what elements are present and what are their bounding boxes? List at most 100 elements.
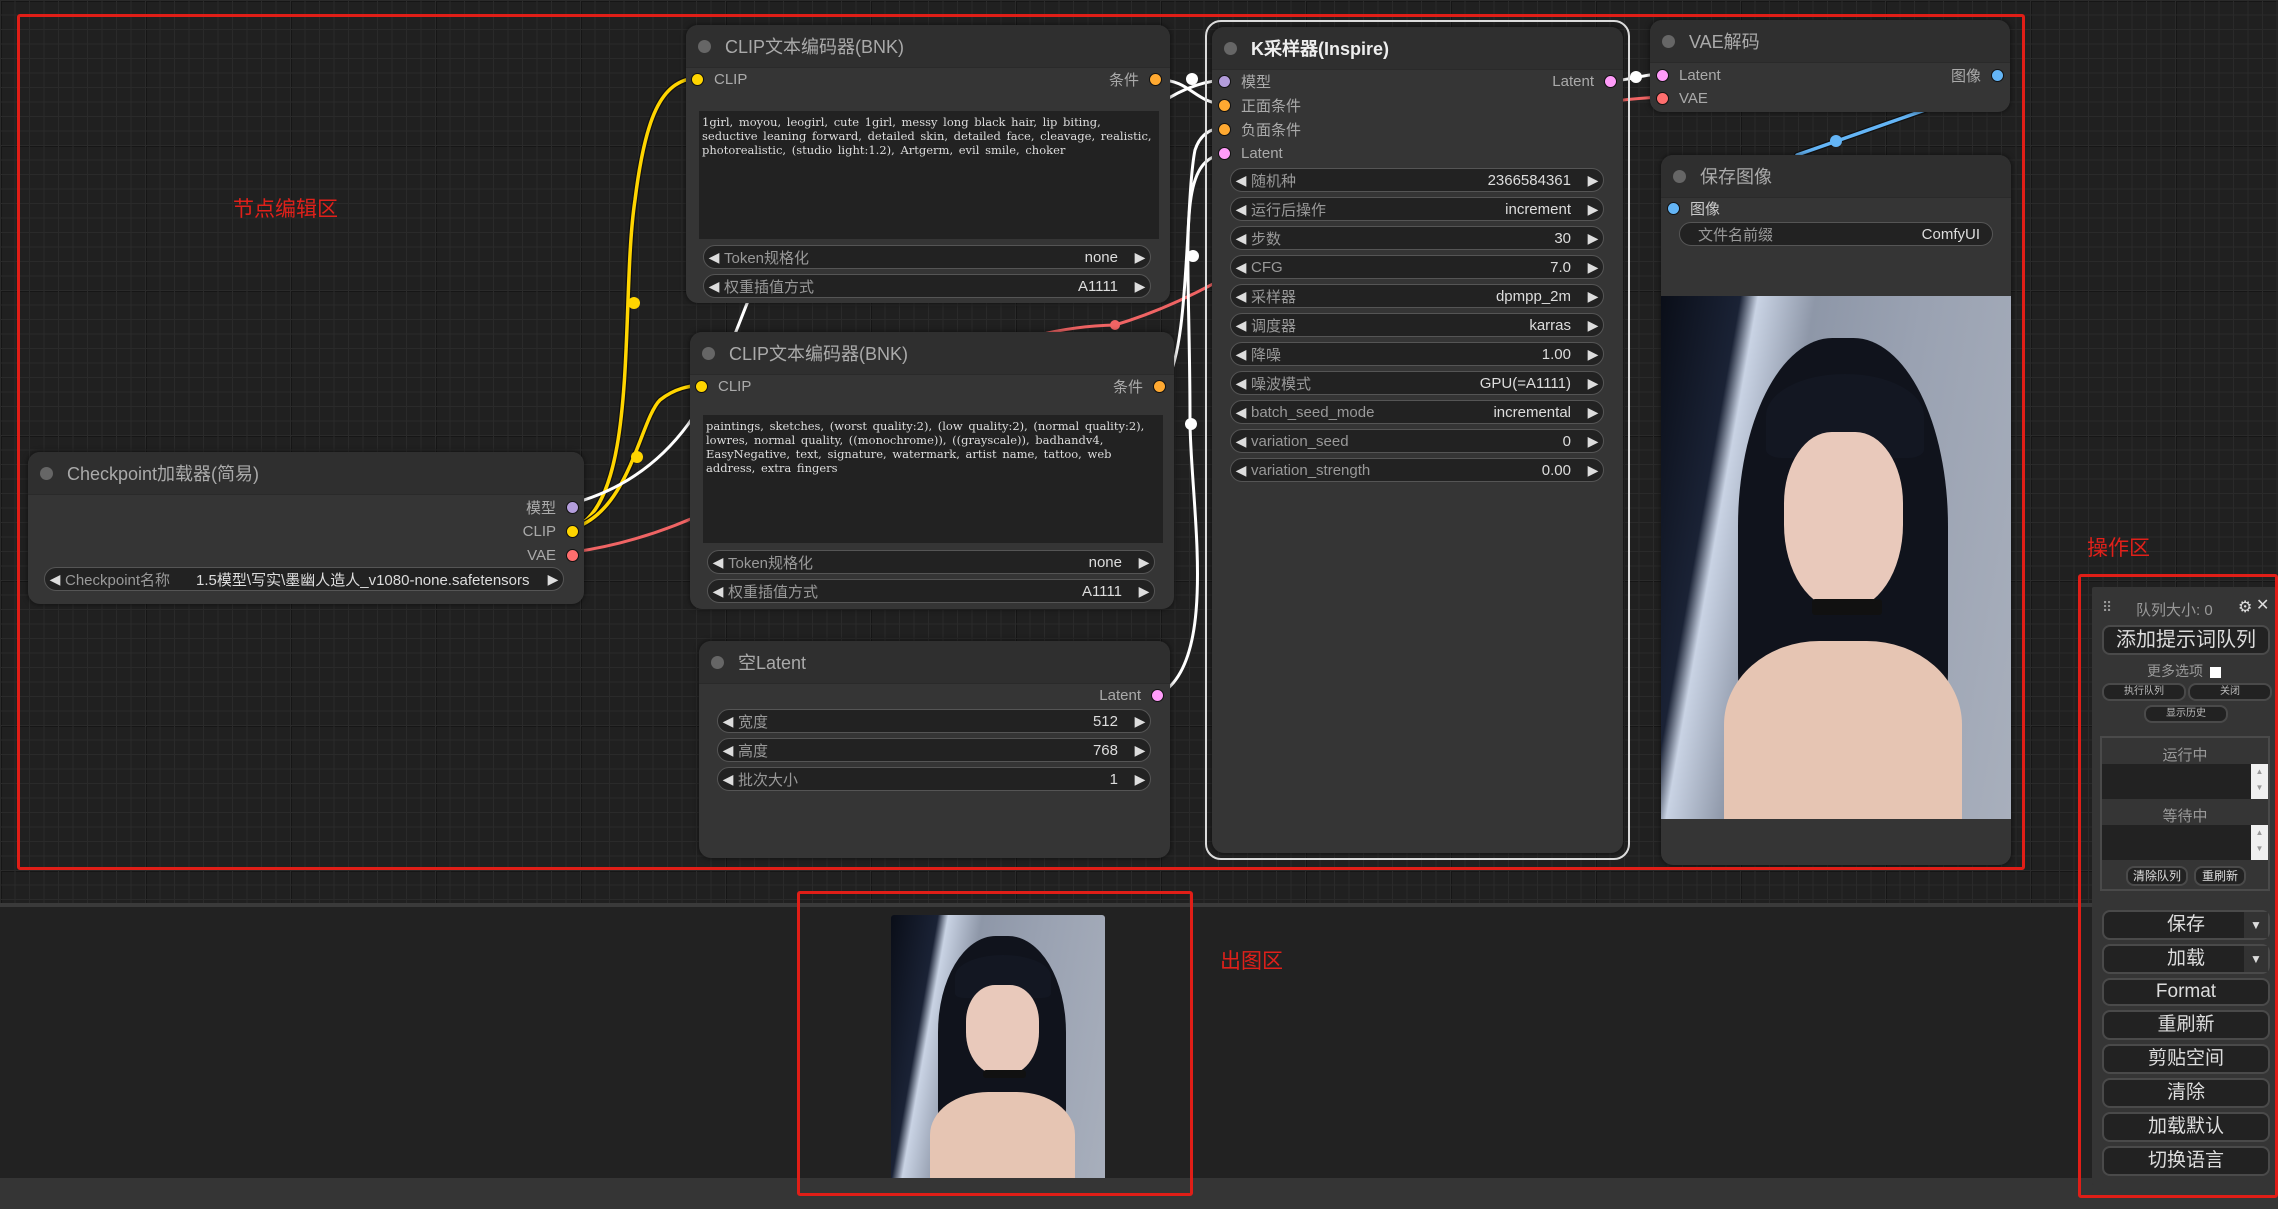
queue-front-button[interactable]: 执行队列 [2102,683,2186,701]
refresh-queue-button[interactable]: 重刷新 [2194,866,2246,886]
noise-mode-widget[interactable]: ◀ 噪波模式 GPU(=A1111) ▶ [1230,371,1604,395]
node-collapse-dot[interactable] [711,655,724,669]
sampler-name-widget[interactable]: ◀ 采样器 dpmpp_2m ▶ [1230,284,1604,308]
image-pin-icon[interactable] [1991,68,2004,82]
decrement-arrow-icon[interactable]: ◀ [718,713,738,730]
scheduler-widget[interactable]: ◀ 调度器 karras ▶ [1230,313,1604,337]
decrement-arrow-icon[interactable]: ◀ [1231,346,1251,363]
clip-input-slot[interactable]: CLIP [695,375,751,397]
cfg-widget[interactable]: ◀ CFG 7.0 ▶ [1230,255,1604,279]
conditioning-output-slot[interactable]: 条件 [1109,68,1162,90]
increment-arrow-icon[interactable]: ▶ [543,571,563,588]
node-collapse-dot[interactable] [40,466,53,480]
saved-image-preview[interactable] [1661,296,2011,819]
latent-pin-icon[interactable] [1218,146,1231,160]
clear-queue-button[interactable]: 清除队列 [2126,866,2188,886]
increment-arrow-icon[interactable]: ▶ [1134,583,1154,600]
decrement-arrow-icon[interactable]: ◀ [1231,317,1251,334]
batch-size-widget[interactable]: ◀ 批次大小 1 ▶ [717,767,1151,791]
queue-prompt-button[interactable]: 添加提示词队列 [2102,625,2270,655]
latent-pin-icon[interactable] [1604,74,1617,88]
format-button[interactable]: Format [2102,978,2270,1006]
vae-input-slot[interactable]: VAE [1656,87,1708,109]
increment-arrow-icon[interactable]: ▶ [1583,462,1603,479]
token-normalization-widget[interactable]: ◀ Token规格化 none ▶ [703,245,1151,269]
conditioning-pin-icon[interactable] [1149,72,1162,86]
denoise-widget[interactable]: ◀ 降噪 1.00 ▶ [1230,342,1604,366]
refresh-button[interactable]: 重刷新 [2102,1010,2270,1040]
negative-input-slot[interactable]: 负面条件 [1218,118,1301,140]
decrement-arrow-icon[interactable]: ◀ [1231,259,1251,276]
weight-interpretation-widget[interactable]: ◀ 权重插值方式 A1111 ▶ [703,274,1151,298]
node-collapse-dot[interactable] [1224,41,1237,55]
decrement-arrow-icon[interactable]: ◀ [1231,375,1251,392]
increment-arrow-icon[interactable]: ▶ [1134,554,1154,571]
conditioning-pin-icon[interactable] [1218,98,1231,112]
running-list[interactable]: ▲ ▼ [2102,764,2268,799]
extra-options-checkbox[interactable] [2209,666,2221,678]
load-workflow-button[interactable]: 加载 ▼ [2102,944,2270,974]
negative-prompt-textarea[interactable]: paintings, sketches, (worst quality:2), … [703,415,1163,543]
clip-text-encoder-negative-node[interactable]: CLIP文本编码器(BNK) CLIP 条件 paintings, sketch… [690,332,1174,609]
clip-input-slot[interactable]: CLIP [691,68,747,90]
increment-arrow-icon[interactable]: ▶ [1583,317,1603,334]
node-collapse-dot[interactable] [1673,169,1686,183]
latent-pin-icon[interactable] [1656,68,1669,82]
latent-output-slot[interactable]: Latent [1552,70,1617,92]
model-output-slot[interactable]: 模型 [526,496,579,518]
increment-arrow-icon[interactable]: ▶ [1130,742,1150,759]
conditioning-pin-icon[interactable] [1153,379,1166,393]
save-workflow-button[interactable]: 保存 ▼ [2102,910,2270,940]
weight-interpretation-widget[interactable]: ◀ 权重插值方式 A1111 ▶ [707,579,1155,603]
model-pin-icon[interactable] [566,500,579,514]
clip-output-slot[interactable]: CLIP [523,520,579,542]
conditioning-pin-icon[interactable] [1218,122,1231,136]
node-collapse-dot[interactable] [698,39,711,53]
ksampler-inspire-node[interactable]: K采样器(Inspire) 模型 正面条件 负面条件 Latent Latent… [1212,27,1623,853]
clip-pin-icon[interactable] [695,379,708,393]
increment-arrow-icon[interactable]: ▶ [1130,249,1150,266]
node-collapse-dot[interactable] [1662,34,1675,48]
variation-seed-widget[interactable]: ◀ variation_seed 0 ▶ [1230,429,1604,453]
decrement-arrow-icon[interactable]: ◀ [1231,172,1251,189]
image-input-slot[interactable]: 图像 [1667,197,1720,219]
token-normalization-widget[interactable]: ◀ Token规格化 none ▶ [707,550,1155,574]
vae-pin-icon[interactable] [566,548,579,562]
batch-seed-mode-widget[interactable]: ◀ batch_seed_mode incremental ▶ [1230,400,1604,424]
node-collapse-dot[interactable] [702,346,715,360]
decrement-arrow-icon[interactable]: ◀ [704,249,724,266]
prompt-textarea[interactable]: 1girl, moyou, leogirl, cute 1girl, messy… [699,111,1159,239]
decrement-arrow-icon[interactable]: ◀ [1231,462,1251,479]
empty-latent-node[interactable]: 空Latent Latent ◀ 宽度 512 ▶ ◀ 高度 768 ▶ ◀ 批次大小 1 ▶ [699,641,1170,858]
checkpoint-loader-node[interactable]: Checkpoint加载器(简易) 模型 CLIP VAE ◀ Checkpoin… [28,452,584,604]
increment-arrow-icon[interactable]: ▶ [1583,404,1603,421]
width-widget[interactable]: ◀ 宽度 512 ▶ [717,709,1151,733]
decrement-arrow-icon[interactable]: ◀ [1231,404,1251,421]
increment-arrow-icon[interactable]: ▶ [1583,346,1603,363]
decrement-arrow-icon[interactable]: ◀ [708,583,728,600]
seed-widget[interactable]: ◀ 随机种 2366584361 ▶ [1230,168,1604,192]
clip-pin-icon[interactable] [566,524,579,538]
pending-list[interactable]: ▲ ▼ [2102,825,2268,860]
view-history-button[interactable]: 显示历史 [2144,705,2228,723]
settings-gear-icon[interactable]: ⚙ [2238,597,2252,617]
switch-locale-button[interactable]: 切换语言 [2102,1146,2270,1176]
latent-pin-icon[interactable] [1151,688,1164,702]
filename-prefix-widget[interactable]: 文件名前缀 ComfyUI [1679,222,1993,246]
vae-pin-icon[interactable] [1656,91,1669,105]
positive-input-slot[interactable]: 正面条件 [1218,94,1301,116]
decrement-arrow-icon[interactable]: ◀ [1231,230,1251,247]
height-widget[interactable]: ◀ 高度 768 ▶ [717,738,1151,762]
clear-button[interactable]: 清除 [2102,1078,2270,1108]
image-pin-icon[interactable] [1667,201,1680,215]
close-options-button[interactable]: 关闭 [2188,683,2272,701]
decrement-arrow-icon[interactable]: ◀ [718,771,738,788]
increment-arrow-icon[interactable]: ▶ [1583,230,1603,247]
increment-arrow-icon[interactable]: ▶ [1583,433,1603,450]
increment-arrow-icon[interactable]: ▶ [1583,288,1603,305]
clip-pin-icon[interactable] [691,72,704,86]
extra-options-toggle[interactable]: 更多选项 [2092,661,2276,681]
decrement-arrow-icon[interactable]: ◀ [704,278,724,295]
increment-arrow-icon[interactable]: ▶ [1583,201,1603,218]
scrollbar[interactable]: ▲ ▼ [2251,764,2268,799]
